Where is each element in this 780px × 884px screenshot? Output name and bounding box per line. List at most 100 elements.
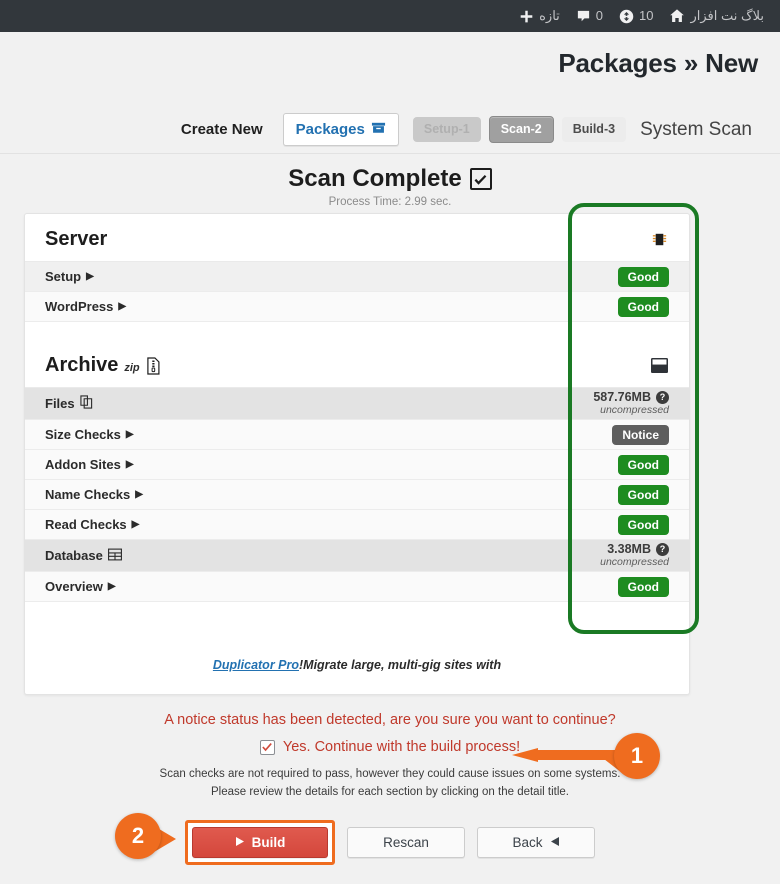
status-badge: Notice <box>612 424 669 445</box>
adminbar-comments[interactable]: 0 <box>568 0 611 32</box>
row-label-files: Files <box>45 395 93 412</box>
row-label-read-checks: Read Checks ▶ <box>45 517 140 532</box>
database-size-note: uncompressed <box>600 555 669 568</box>
back-button[interactable]: Back <box>477 827 595 858</box>
microchip-icon <box>650 230 669 249</box>
table-row[interactable]: Overview ▶ Good <box>25 572 689 602</box>
status-badge: Good <box>617 484 669 505</box>
duplicator-pro-link[interactable]: Duplicator Pro <box>213 658 299 672</box>
step-build-3[interactable]: Build-3 <box>561 117 627 142</box>
continue-confirm-label: !Yes. Continue with the build process <box>282 739 521 755</box>
table-row[interactable]: Size Checks ▶ Notice <box>25 420 689 450</box>
adminbar-new-content[interactable]: تازه <box>511 0 568 32</box>
page-title-sub: New <box>705 48 758 78</box>
build-button[interactable]: Build <box>192 827 328 858</box>
status-badge: Good <box>617 266 669 287</box>
caret-right-icon: ▶ <box>86 270 94 282</box>
caret-right-icon: ▶ <box>125 428 134 440</box>
home-icon <box>669 8 685 24</box>
step-scan-2[interactable]: Scan-2 <box>488 116 554 143</box>
create-new-label: Create New <box>180 121 263 138</box>
size-readout-database: 3.38MB ? uncompressed <box>600 541 669 568</box>
status-badge: Good <box>617 514 669 535</box>
page-title-main: Packages <box>558 48 677 78</box>
table-row[interactable]: Read Checks ▶ Good <box>25 510 689 540</box>
size-readout-files: 587.76MB ? uncompressed <box>593 389 669 416</box>
table-grid-icon <box>107 548 122 564</box>
row-label-size-checks: Size Checks ▶ <box>45 427 134 442</box>
status-badge: Good <box>617 296 669 317</box>
files-size-note: uncompressed <box>600 403 669 416</box>
play-icon <box>235 835 245 850</box>
packages-button-label: Packages <box>295 121 365 138</box>
scan-note-line-2: .Please review the details for each sect… <box>211 786 569 798</box>
caret-right-icon: ▶ <box>118 300 127 312</box>
adminbar-updates-count: 10 <box>639 8 654 23</box>
wp-admin-bar: بلاگ نت افزار 10 0 تازه <box>0 0 780 32</box>
section-title-server-label: Server <box>45 228 108 250</box>
step-setup-1[interactable]: Setup-1 <box>412 117 481 142</box>
row-label-setup: Setup ▶ <box>45 269 94 284</box>
continue-confirm-row[interactable]: !Yes. Continue with the build process <box>0 739 780 755</box>
section-title-archive-label: Archive <box>45 354 119 376</box>
adminbar-site-name: بلاگ نت افزار <box>690 8 764 23</box>
scan-results-card: Server Setup ▶ Good WordPress ▶ Good Arc… <box>24 213 690 695</box>
adminbar-updates[interactable]: 10 <box>611 0 661 32</box>
page-title-separator: » <box>683 48 699 78</box>
updates-icon <box>619 9 634 24</box>
row-label-overview: Overview ▶ <box>45 579 116 594</box>
copy-files-icon <box>79 395 93 412</box>
build-button-highlight: Build <box>185 820 335 865</box>
section-header-server[interactable]: Server <box>25 214 689 262</box>
row-label-database: Database <box>45 548 122 564</box>
caret-right-icon: ▶ <box>131 518 140 530</box>
back-button-label: Back <box>512 835 543 850</box>
zip-file-icon <box>146 356 161 375</box>
caret-right-icon: ▶ <box>107 580 116 592</box>
packages-button[interactable]: Packages <box>282 113 399 146</box>
package-box-icon <box>371 120 386 139</box>
promo-prefix: !Migrate large, multi-gig sites with <box>299 658 502 672</box>
help-icon[interactable]: ? <box>656 543 669 557</box>
checkbox-checked-icon <box>469 168 492 190</box>
comments-icon <box>576 9 591 24</box>
scan-complete-title-row: Scan Complete <box>288 165 492 193</box>
wizard-nav: System Scan Build-3 Scan-2 Setup-1 Packa… <box>0 106 780 154</box>
continue-checkbox[interactable] <box>259 739 275 755</box>
database-size: 3.38MB <box>607 541 651 556</box>
status-badge: Good <box>617 576 669 597</box>
page-title: Packages » New <box>0 48 780 79</box>
section-header-archive[interactable]: Archive zip <box>25 340 689 388</box>
section-title-archive: Archive zip <box>45 354 161 377</box>
caret-right-icon: ▶ <box>135 488 143 500</box>
files-size: 587.76MB <box>593 389 651 404</box>
archive-box-icon <box>650 357 669 374</box>
scan-note-line-1: .Scan checks are not required to pass, h… <box>159 768 621 780</box>
help-icon[interactable]: ? <box>656 391 669 405</box>
table-row[interactable]: Database 3.38MB ? uncompressed <box>25 540 689 572</box>
notice-warning-text: ?A notice status has been detected, are … <box>164 712 616 728</box>
status-badge: Good <box>617 454 669 475</box>
table-row[interactable]: Files 587.76MB ? uncompressed <box>25 388 689 420</box>
table-row[interactable]: Setup ▶ Good <box>25 262 689 292</box>
row-label-wordpress: WordPress ▶ <box>45 299 127 314</box>
rescan-button-label: Rescan <box>383 835 429 850</box>
rescan-button[interactable]: Rescan <box>347 827 465 858</box>
table-row[interactable]: WordPress ▶ Good <box>25 292 689 322</box>
scan-complete-title: Scan Complete <box>288 165 462 192</box>
row-label-name-checks: Name Checks ▶ <box>45 487 143 502</box>
adminbar-home[interactable]: بلاگ نت افزار <box>661 0 772 32</box>
table-row[interactable]: Addon Sites ▶ Good <box>25 450 689 480</box>
scan-status-header: Scan Complete .Process Time: 2.99 sec <box>0 165 780 208</box>
process-time: .Process Time: 2.99 sec <box>328 196 452 208</box>
plus-icon <box>519 9 534 24</box>
system-scan-label: System Scan <box>640 118 752 140</box>
annotation-callout-1: 1 <box>614 733 660 779</box>
annotation-callout-2: 2 <box>115 813 161 859</box>
row-label-addon-sites: Addon Sites ▶ <box>45 457 134 472</box>
adminbar-comments-count: 0 <box>595 8 604 23</box>
annotation-arrow-1 <box>512 748 616 762</box>
caret-right-icon: ▶ <box>125 458 134 470</box>
build-confirm-area: ?A notice status has been detected, are … <box>0 710 780 801</box>
table-row[interactable]: Name Checks ▶ Good <box>25 480 689 510</box>
